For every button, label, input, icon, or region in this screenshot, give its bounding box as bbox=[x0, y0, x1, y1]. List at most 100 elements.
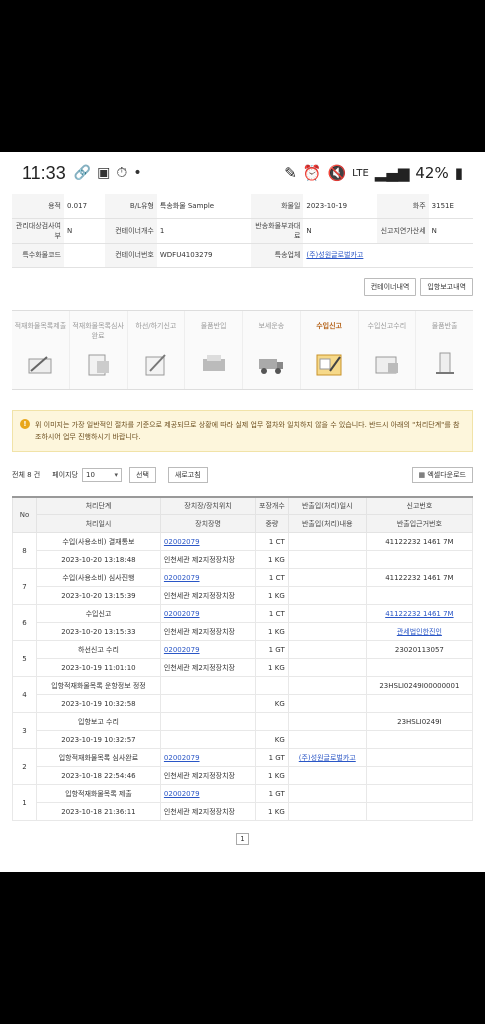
io-datetime bbox=[287, 712, 367, 731]
table-row: 6 수입신고 02002079 1 CT 41122232 1461 7M bbox=[12, 604, 474, 641]
location-code[interactable]: 02002079 bbox=[159, 748, 257, 767]
step-name: 수입(사용소비) 결재통보 bbox=[36, 532, 161, 551]
excel-download-button[interactable]: ▦ 엑셀다운로드 bbox=[411, 466, 473, 483]
info-value bbox=[64, 243, 105, 268]
link-icon: 🔗 bbox=[73, 165, 92, 181]
package-count bbox=[255, 676, 289, 695]
location-code[interactable]: 02002079 bbox=[159, 568, 257, 587]
info-label: 용적 bbox=[12, 194, 64, 219]
info-label: 화주 bbox=[376, 194, 429, 219]
image-icon: ▣ bbox=[97, 165, 111, 181]
weight: 1 KG bbox=[255, 802, 289, 821]
location-code-link[interactable]: 02002079 bbox=[164, 754, 200, 762]
per-page-select[interactable]: 10 bbox=[82, 467, 122, 482]
col-io-datetime: 반출입(처리)일시 bbox=[287, 496, 367, 515]
approval-icon bbox=[372, 351, 402, 377]
step-1: 적재화물목록제출 bbox=[12, 310, 70, 389]
alarm-icon: ⏰ bbox=[302, 164, 322, 182]
basis-number bbox=[365, 550, 474, 569]
declaration-number-link[interactable]: 41122232 1461 7M bbox=[385, 610, 453, 618]
table-row: 2023-10-20 13:15:39 인천세관 제2지정장치장 1 KG bbox=[13, 586, 474, 605]
basis-number[interactable]: 관세법인한진인 bbox=[365, 622, 474, 641]
package-count: 1 CT bbox=[255, 532, 289, 551]
info-value: N bbox=[428, 218, 473, 244]
location-code-link[interactable]: 02002079 bbox=[164, 790, 200, 798]
declaration-number[interactable]: 41122232 1461 7M bbox=[365, 604, 474, 623]
select-button[interactable]: 선택 bbox=[129, 466, 156, 483]
warning-icon: ! bbox=[20, 418, 30, 429]
info-value: 3151E bbox=[428, 194, 473, 219]
io-datetime bbox=[287, 676, 367, 695]
info-label: 컨테이너번호 bbox=[104, 243, 157, 268]
header-row: 처리일시 장치장명 중량 반출입(처리)내용 반출입근거번호 bbox=[13, 514, 474, 533]
io-datetime bbox=[287, 784, 367, 803]
location-code[interactable]: 02002079 bbox=[159, 532, 257, 551]
col-location: 장치장/장치위치 bbox=[159, 496, 257, 515]
step-2: 적재화물목록심사완료 bbox=[70, 310, 128, 389]
container-history-button[interactable]: 컨테이너내역 bbox=[363, 277, 417, 296]
table-row: 2023-10-20 13:15:33 인천세관 제2지정장치장 1 KG 관세법인한… bbox=[13, 622, 474, 641]
step-label: 적재화물목록제출 bbox=[14, 321, 67, 330]
location-code-link[interactable]: 02002079 bbox=[164, 646, 200, 654]
io-content bbox=[287, 694, 367, 713]
weight: 1 KG bbox=[255, 586, 289, 605]
package-count: 1 CT bbox=[255, 568, 289, 587]
info-label: 화물일 bbox=[251, 194, 304, 219]
step-5: 보세운송 bbox=[243, 310, 301, 389]
list-toolbar: 전체 8 건 페이지당 10 선택 새로고침 ▦ 엑셀다운로드 bbox=[12, 466, 473, 483]
process-steps: 적재화물목록제출 적재화물목록심사완료 하선/하기신고 물품반입 보세운송 수입신고 수입신… bbox=[12, 309, 473, 390]
process-datetime: 2023-10-19 10:32:58 bbox=[36, 694, 161, 713]
weight: 1 KG bbox=[255, 658, 289, 677]
location-code-link[interactable]: 02002079 bbox=[164, 574, 200, 582]
io-datetime bbox=[287, 568, 367, 587]
col-datetime: 처리일시 bbox=[36, 514, 161, 533]
io-datetime bbox=[287, 532, 367, 551]
history-table: No 처리단계 장치장/장치위치 포장개수 반출입(처리)일시 신고번호 처리일… bbox=[12, 495, 474, 821]
per-page-label: 페이지당 bbox=[52, 470, 78, 479]
location-name: 인천세관 제2지정장치장 bbox=[159, 622, 257, 641]
step-label: 보세운송 bbox=[258, 321, 285, 330]
basis-number bbox=[365, 802, 474, 821]
refresh-button[interactable]: 새로고침 bbox=[167, 466, 208, 483]
step-7: 수입신고수리 bbox=[359, 310, 417, 389]
process-datetime: 2023-10-19 11:01:10 bbox=[36, 658, 161, 677]
io-datetime bbox=[287, 604, 367, 623]
row-number: 8 bbox=[12, 532, 37, 569]
info-label: 컨테이너개수 bbox=[104, 218, 157, 244]
info-value: N bbox=[303, 218, 377, 244]
detail-buttons: 컨테이너내역 입항보고내역 bbox=[12, 277, 473, 296]
io-datetime-link[interactable]: (주)성원글로벌카고 bbox=[299, 754, 356, 762]
process-datetime: 2023-10-20 13:18:48 bbox=[36, 550, 161, 569]
location-name: 인천세관 제2지정장치장 bbox=[159, 658, 257, 677]
table-row: 2023-10-19 10:32:58 KG bbox=[13, 694, 474, 713]
location-code[interactable]: 02002079 bbox=[159, 640, 257, 659]
basis-number-link[interactable]: 관세법인한진인 bbox=[397, 628, 442, 636]
battery-icon: ▮ bbox=[454, 164, 463, 182]
signal-icon: ▂▄▆ bbox=[374, 164, 410, 182]
process-datetime: 2023-10-18 21:36:11 bbox=[36, 802, 161, 821]
package-count: 1 GT bbox=[255, 748, 289, 767]
step-8: 물품반출 bbox=[416, 311, 473, 389]
location-name: 인천세관 제2지정장치장 bbox=[159, 802, 257, 821]
location-code-link[interactable]: 02002079 bbox=[164, 610, 200, 618]
basis-number bbox=[365, 730, 474, 749]
location-code-link[interactable]: 02002079 bbox=[164, 538, 200, 546]
location-code[interactable]: 02002079 bbox=[159, 784, 257, 803]
table-row: 2023-10-19 11:01:10 인천세관 제2지정장치장 1 KG bbox=[13, 658, 474, 677]
col-weight: 중량 bbox=[255, 514, 289, 533]
courier-link[interactable]: (주)성원글로벌카고 bbox=[306, 251, 363, 259]
io-content bbox=[287, 658, 367, 677]
info-value: N bbox=[64, 218, 105, 244]
notice-box: ! 위 이미지는 가장 일반적인 절차를 기준으로 제공되므로 상황에 따라 실… bbox=[12, 409, 473, 452]
io-datetime[interactable]: (주)성원글로벌카고 bbox=[287, 748, 367, 767]
network-label: LTE bbox=[352, 167, 369, 179]
table-row: 4 입항적재화물목록 운항정보 정정 23HSLI0249I00000001 bbox=[12, 676, 474, 713]
location-code[interactable]: 02002079 bbox=[159, 604, 257, 623]
page-button[interactable]: 1 bbox=[236, 833, 249, 845]
info-row: 특수화물코드 컨테이너번호 WDFU4103279 특송업체 (주)성원글로벌카… bbox=[12, 243, 473, 268]
entry-report-button[interactable]: 입항보고내역 bbox=[420, 277, 473, 296]
info-value-link[interactable]: (주)성원글로벌카고 bbox=[303, 243, 473, 268]
location-code bbox=[159, 676, 257, 695]
basis-number bbox=[365, 586, 474, 605]
declaration-number: 41122232 1461 7M bbox=[365, 532, 474, 551]
